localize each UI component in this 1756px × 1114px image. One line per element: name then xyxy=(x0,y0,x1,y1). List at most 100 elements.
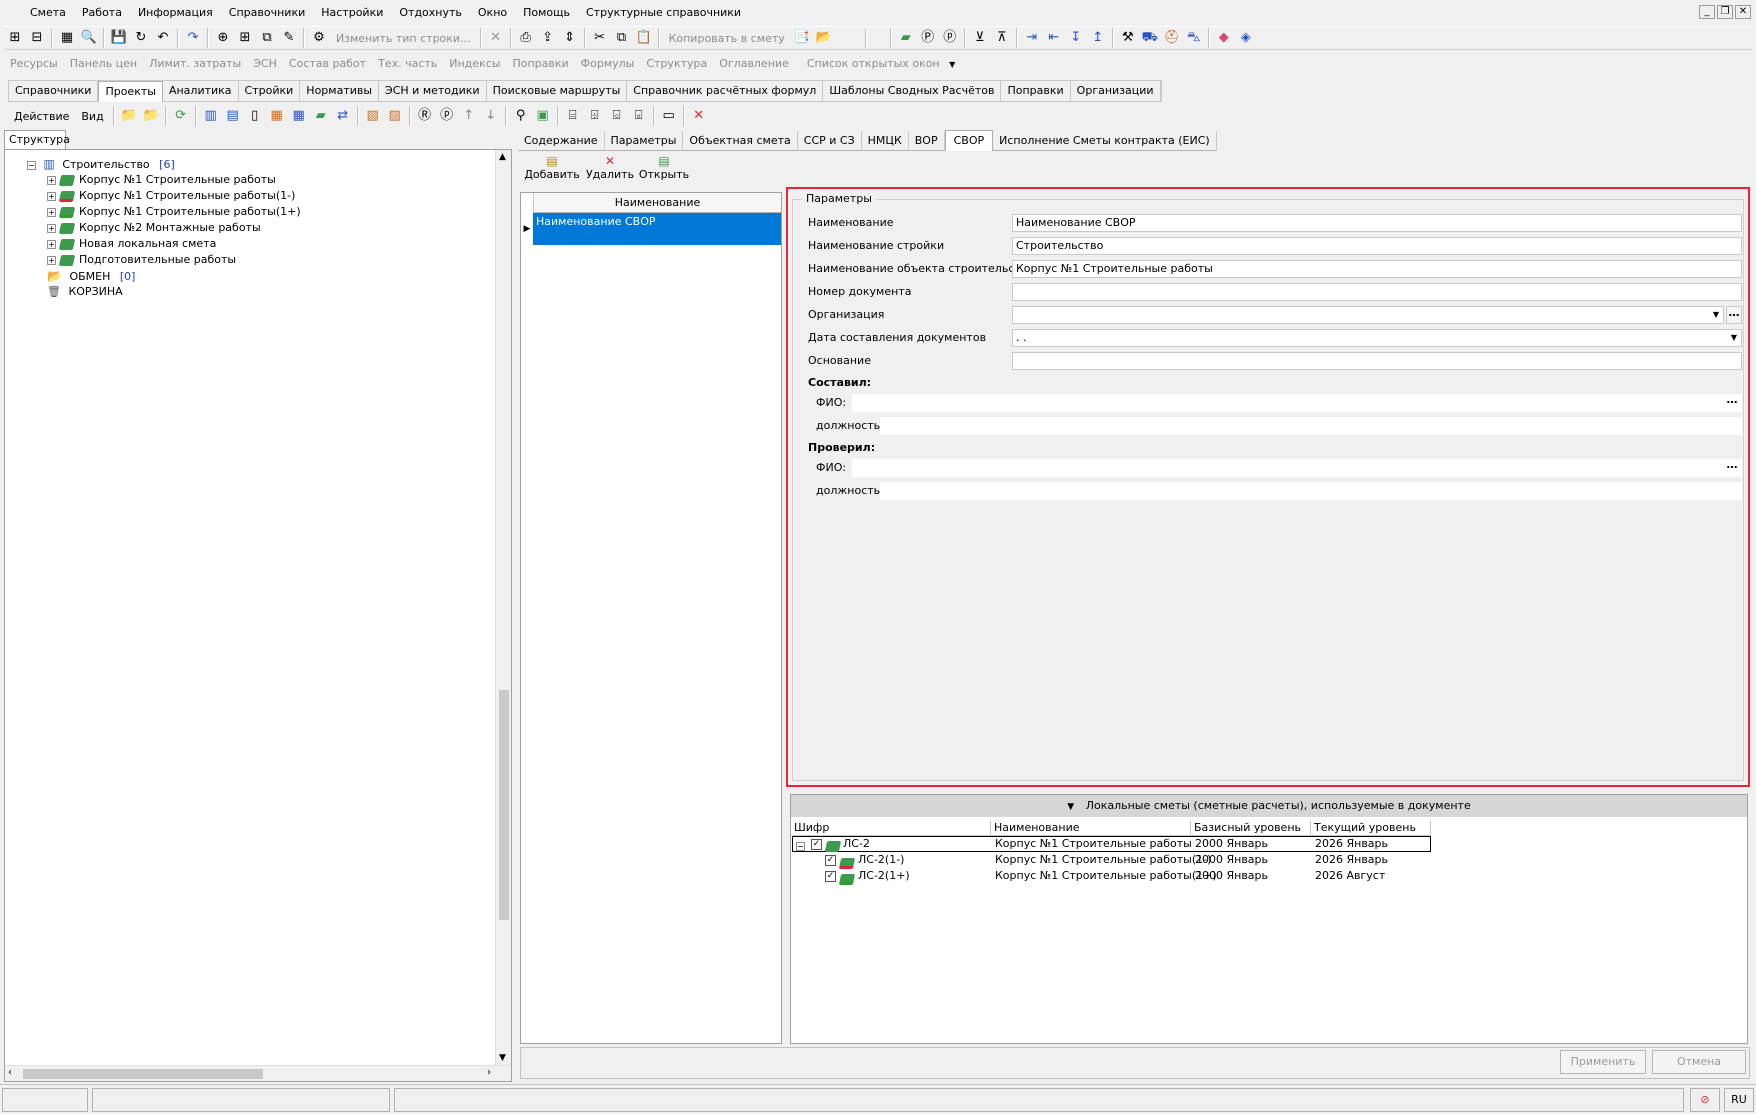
insert-group-icon[interactable]: ⊞ xyxy=(235,28,255,48)
copy-icon[interactable]: ⧉ xyxy=(612,28,632,48)
tb-resources[interactable]: Ресурсы xyxy=(4,53,64,75)
basis-input[interactable] xyxy=(1012,352,1742,370)
xml-icon[interactable]: ⌸ xyxy=(563,106,583,126)
menu-smeta[interactable]: Смета xyxy=(22,2,74,24)
search-icon[interactable]: 🔍 xyxy=(79,28,99,48)
expand-icon[interactable]: + xyxy=(47,223,56,233)
tree-item[interactable]: + Корпус №1 Строительные работы(1-) xyxy=(47,188,295,204)
grid-icon[interactable]: ▦ xyxy=(267,106,287,126)
doc-r-icon[interactable]: Ⓡ xyxy=(415,106,435,126)
chart2-icon[interactable]: ▨ xyxy=(385,106,405,126)
tree-add-icon[interactable]: ⊞ xyxy=(5,28,25,48)
cancel-button[interactable]: Отмена xyxy=(1652,1050,1746,1074)
expand-icon[interactable]: + xyxy=(47,207,56,217)
folder-icon[interactable]: 📂 xyxy=(814,28,834,48)
grid2-icon[interactable]: ▦ xyxy=(289,106,309,126)
building-icon[interactable]: ▥ xyxy=(201,106,221,126)
level-down-icon[interactable]: ↧ xyxy=(1066,28,1086,48)
vertical-scrollbar[interactable]: ▲ ▼ xyxy=(495,150,511,1065)
action-menu[interactable]: Действие xyxy=(8,110,75,123)
building2-icon[interactable]: ▤ xyxy=(223,106,243,126)
tab-contract-execution[interactable]: Исполнение Сметы контракта (ЕИС) xyxy=(993,130,1217,151)
tab-search-routes[interactable]: Поисковые маршруты xyxy=(487,81,628,101)
tree-item[interactable]: + Корпус №1 Строительные работы(1+) xyxy=(47,204,301,220)
tab-ssr[interactable]: ССР и СЗ xyxy=(798,130,862,151)
checkbox-checked-icon[interactable]: ✓ xyxy=(825,870,836,882)
expand-icon[interactable]: + xyxy=(47,175,56,185)
book-icon[interactable]: ▰ xyxy=(311,106,331,126)
phz-icon[interactable]: ⌻ xyxy=(629,106,649,126)
helmet-icon[interactable]: ⛑ xyxy=(1162,28,1182,48)
no-network-icon[interactable]: ⊘ xyxy=(1690,1088,1720,1112)
organization-select[interactable]: ▼ xyxy=(1012,306,1724,324)
level-up-icon[interactable]: ↥ xyxy=(1088,28,1108,48)
doc-icon[interactable]: ▯ xyxy=(245,106,265,126)
col-name[interactable]: Наименование xyxy=(991,820,1191,836)
table-row[interactable]: ✓ ЛС-2(1+) Корпус №1 Строительные работы… xyxy=(792,868,1431,885)
scroll-down-icon[interactable]: ▼ xyxy=(499,1053,506,1063)
col-code[interactable]: Шифр xyxy=(791,820,991,836)
name-input[interactable]: Наименование СВОР xyxy=(1012,214,1742,232)
undo-icon[interactable]: ↶ xyxy=(153,28,173,48)
arrow-down-icon[interactable]: ↓ xyxy=(481,106,501,126)
tree-edit-icon[interactable]: ⊟ xyxy=(27,28,47,48)
tab-contents[interactable]: Содержание xyxy=(518,130,605,151)
tb-limit-costs[interactable]: Лимит. затраты xyxy=(143,53,247,75)
menu-struct[interactable]: Структурные справочники xyxy=(578,2,749,24)
change-type-button[interactable]: Изменить тип строки... xyxy=(330,32,477,45)
tb-price-panel[interactable]: Панель цен xyxy=(64,53,143,75)
scroll-up-icon[interactable]: ▲ xyxy=(499,152,506,162)
delete-icon[interactable]: ✕ xyxy=(486,28,506,48)
tab-object-estimate[interactable]: Объектная смета xyxy=(683,130,798,151)
calc-icon[interactable]: ▦ xyxy=(57,28,77,48)
scroll-thumb[interactable] xyxy=(499,690,509,920)
tab-nmck[interactable]: НМЦК xyxy=(862,130,909,151)
local-estimates-header[interactable]: ▼ Локальные сметы (сметные расчеты), исп… xyxy=(791,795,1747,817)
date-picker[interactable]: . . ▼ xyxy=(1012,329,1742,347)
tab-stroiki[interactable]: Стройки xyxy=(239,81,301,101)
restore-icon[interactable]: ❐ xyxy=(1717,5,1733,19)
list-header[interactable]: Наименование xyxy=(533,193,781,213)
books-icon[interactable]: ◈ xyxy=(1236,28,1256,48)
menu-rabota[interactable]: Работа xyxy=(74,2,130,24)
tab-spravochniki[interactable]: Справочники xyxy=(9,81,99,101)
doc-pr-icon[interactable]: ⓟ xyxy=(940,28,960,48)
tab-esn[interactable]: ЭСН и методики xyxy=(379,81,487,101)
apply-button[interactable]: Применить xyxy=(1560,1050,1646,1074)
menu-pomosh[interactable]: Помощь xyxy=(515,2,578,24)
redo-icon[interactable]: ↷ xyxy=(183,28,203,48)
export-icon[interactable]: ⇪ xyxy=(538,28,558,48)
indent-icon[interactable]: ⇥ xyxy=(1022,28,1042,48)
tab-normativy[interactable]: Нормативы xyxy=(300,81,380,101)
view-menu[interactable]: Вид xyxy=(75,110,109,123)
cut-icon[interactable]: ✂ xyxy=(590,28,610,48)
menu-otdohnut[interactable]: Отдохнуть xyxy=(391,2,470,24)
table-row[interactable]: − ✓ ЛС-2 Корпус №1 Строительные работы 2… xyxy=(792,836,1431,852)
book-green-icon[interactable]: ▰ xyxy=(896,28,916,48)
tb-formulas[interactable]: Формулы xyxy=(575,53,641,75)
structure-tab[interactable]: Структура xyxy=(4,130,70,150)
doc-number-input[interactable] xyxy=(1012,283,1742,301)
tb-tech-part[interactable]: Тех. часть xyxy=(372,53,443,75)
tree-item[interactable]: + Корпус №2 Монтажные работы xyxy=(47,220,261,236)
collapse-icon[interactable]: − xyxy=(796,841,805,851)
tab-corrections[interactable]: Поправки xyxy=(1001,81,1071,101)
tab-svor[interactable]: СВОР xyxy=(944,130,994,151)
filter2-icon[interactable]: ⊼ xyxy=(992,28,1012,48)
mzh-icon[interactable]: ⌹ xyxy=(585,106,605,126)
tab-params[interactable]: Параметры xyxy=(605,130,684,151)
col-current[interactable]: Текущий уровень xyxy=(1311,820,1431,836)
compiled-fio-input[interactable] xyxy=(852,394,1742,412)
arrow-up-icon[interactable]: ↑ xyxy=(459,106,479,126)
organization-more-button[interactable]: … xyxy=(1726,306,1742,324)
move-icon[interactable]: ⇕ xyxy=(560,28,580,48)
construction-input[interactable]: Строительство xyxy=(1012,237,1742,255)
chevron-down-icon[interactable]: ▼ xyxy=(1709,307,1723,323)
menu-nastroiki[interactable]: Настройки xyxy=(313,2,391,24)
tb-structure[interactable]: Структура xyxy=(640,53,713,75)
paste-icon[interactable]: 📋 xyxy=(634,28,654,48)
collapse-icon[interactable]: − xyxy=(27,160,36,170)
folder-up-icon[interactable]: 📁 xyxy=(119,106,139,126)
checked-position-input[interactable] xyxy=(880,482,1742,500)
checked-fio-input[interactable] xyxy=(852,459,1742,477)
